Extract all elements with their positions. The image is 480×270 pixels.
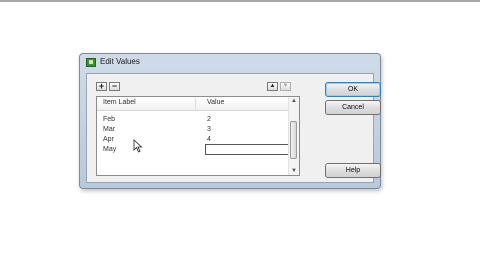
column-header-item-label[interactable]: Item Label (103, 99, 136, 106)
mouse-pointer-icon (133, 139, 143, 153)
scroll-up-arrow-icon[interactable]: ▲ (290, 98, 298, 104)
dialog-title: Edit Values (100, 57, 140, 66)
dialog-content: + − ▲ ▼ Item Label Value Feb 2 Mar 3 Apr… (86, 73, 381, 183)
scrollbar-thumb[interactable] (290, 121, 297, 159)
scroll-down-arrow-icon[interactable]: ▼ (290, 168, 298, 174)
row-value: 3 (207, 126, 211, 133)
column-divider (195, 98, 196, 109)
list-header: Item Label Value (97, 97, 289, 111)
table-app-icon (86, 58, 96, 67)
vertical-scrollbar[interactable]: ▲ ▼ (288, 97, 299, 175)
row-value: 2 (207, 116, 211, 123)
dialog-titlebar[interactable]: Edit Values (80, 54, 380, 72)
value-edit-field[interactable] (205, 144, 289, 155)
row-label: May (103, 146, 117, 153)
move-down-button[interactable]: ▼ (280, 82, 291, 91)
row-label: Feb (103, 116, 116, 123)
edit-values-dialog: Edit Values + − ▲ ▼ Item Label Value Feb… (79, 53, 381, 189)
add-item-button[interactable]: + (96, 82, 107, 91)
remove-item-button[interactable]: − (109, 82, 120, 91)
top-divider (0, 0, 480, 2)
ok-button[interactable]: OK (325, 82, 381, 97)
row-label: Apr (103, 136, 114, 143)
values-list[interactable]: Item Label Value Feb 2 Mar 3 Apr 4 May ▲… (96, 96, 300, 176)
help-button[interactable]: Help (325, 163, 381, 178)
row-value: 4 (207, 136, 211, 143)
column-header-value[interactable]: Value (207, 99, 224, 106)
move-up-button[interactable]: ▲ (267, 82, 278, 91)
list-row[interactable]: Feb 2 (97, 115, 289, 125)
row-label: Mar (103, 126, 116, 133)
cancel-button[interactable]: Cancel (325, 100, 381, 115)
list-row[interactable]: May (97, 144, 289, 155)
list-row[interactable]: Mar 3 (97, 125, 289, 135)
